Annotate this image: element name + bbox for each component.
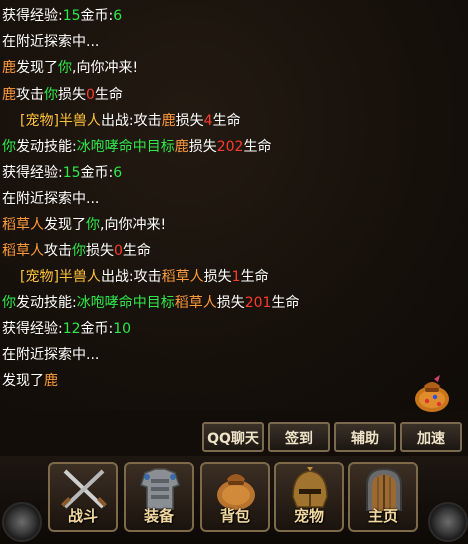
log-segment: [宠物]半兽人	[20, 269, 101, 285]
log-segment: 损失	[203, 269, 232, 285]
log-segment: 鹿	[174, 139, 189, 155]
equip-nav-label: 装备	[143, 507, 174, 525]
log-segment: 发现了	[16, 60, 58, 76]
log-line: 稻草人攻击你损失0生命	[2, 239, 151, 263]
log-segment: 损失	[216, 295, 245, 311]
log-segment: 鹿	[2, 60, 16, 76]
log-segment: ,向你冲来!	[72, 60, 139, 76]
log-segment: 在附近探索中...	[2, 191, 100, 207]
log-segment: 获得经验:	[2, 321, 63, 337]
bag-nav-button[interactable]: 背包	[200, 462, 270, 532]
log-segment: 损失	[58, 87, 86, 103]
log-line: 稻草人发现了你,向你冲来!	[2, 213, 166, 237]
log-line: 在附近探索中...	[2, 30, 99, 54]
log-segment: 鹿	[44, 373, 58, 389]
log-segment: 发现了	[44, 217, 86, 233]
log-line: 你发动技能:冰咆哮命中目标鹿损失202生命	[2, 135, 271, 159]
log-segment: 攻击	[16, 87, 44, 103]
log-segment: 生命	[240, 269, 269, 285]
right-ornament-icon	[428, 502, 468, 542]
log-segment: 你	[86, 217, 100, 233]
log-segment: 6	[113, 8, 123, 24]
log-segment: 出战:攻击	[100, 269, 162, 285]
log-segment: 损失	[86, 243, 114, 259]
log-segment: 冰咆哮命中目标	[76, 139, 175, 155]
log-line: 发现了鹿	[2, 369, 58, 393]
log-line: 获得经验:15金币:6	[2, 161, 122, 185]
log-segment: 生命	[243, 139, 272, 155]
log-segment: 202	[216, 139, 244, 155]
log-line: 获得经验:15金币:6	[2, 4, 122, 28]
log-segment: 你	[72, 243, 86, 259]
qq-chat-button[interactable]: QQ聊天	[202, 422, 264, 452]
battle-log: 获得经验:15金币:6 在附近探索中... 鹿发现了你,向你冲来! 鹿攻击你损失0生命…	[0, 0, 468, 410]
log-segment: 你	[2, 139, 16, 155]
log-segment: 0	[114, 243, 123, 259]
log-line: [宠物]半兽人出战:攻击鹿损失4生命	[20, 109, 241, 133]
log-segment: 发动技能:	[16, 139, 77, 155]
log-line: 在附近探索中...	[2, 187, 99, 211]
pet-nav-button[interactable]: 宠物	[274, 462, 344, 532]
log-segment: 生命	[212, 113, 241, 129]
log-segment: 生命	[94, 87, 123, 103]
log-line: 你发动技能:冰咆哮命中目标稻草人损失201生命	[2, 291, 299, 315]
treasure-bag-icon[interactable]	[410, 370, 454, 414]
log-segment: 你	[58, 60, 72, 76]
log-segment: 获得经验:	[2, 8, 63, 24]
log-segment: 攻击	[44, 243, 72, 259]
log-segment: [宠物]半兽人	[20, 113, 101, 129]
home-nav-label: 主页	[367, 507, 398, 525]
log-segment: 201	[244, 295, 272, 311]
battle-nav-label: 战斗	[67, 507, 98, 525]
log-segment: 你	[2, 295, 16, 311]
log-segment: 稻草人	[2, 217, 44, 233]
log-line: [宠物]半兽人出战:攻击稻草人损失1生命	[20, 265, 269, 289]
log-segment: 金币:	[80, 8, 114, 24]
battle-nav-button[interactable]: 战斗	[48, 462, 118, 532]
log-segment: 生命	[271, 295, 300, 311]
log-segment: 稻草人	[161, 269, 204, 285]
log-segment: 鹿	[2, 87, 16, 103]
log-segment: 1	[231, 269, 241, 285]
pet-nav-label: 宠物	[293, 507, 324, 525]
log-line: 获得经验:12金币:10	[2, 317, 131, 341]
log-segment: 获得经验:	[2, 165, 63, 181]
sign-in-button[interactable]: 签到	[268, 422, 330, 452]
log-segment: 4	[203, 113, 213, 129]
log-segment: 出战:攻击	[100, 113, 162, 129]
left-ornament-icon	[2, 502, 42, 542]
log-segment: 15	[62, 165, 81, 181]
log-segment: 发现了	[2, 373, 44, 389]
log-segment: 生命	[122, 243, 151, 259]
log-segment: 6	[113, 165, 123, 181]
log-segment: 0	[86, 87, 95, 103]
log-segment: 稻草人	[2, 243, 44, 259]
log-line: 鹿发现了你,向你冲来!	[2, 56, 138, 80]
log-segment: ,向你冲来!	[100, 217, 167, 233]
log-segment: 金币:	[80, 165, 114, 181]
log-segment: 损失	[175, 113, 204, 129]
log-segment: 鹿	[161, 113, 176, 129]
log-segment: 你	[44, 87, 58, 103]
speed-up-button[interactable]: 加速	[400, 422, 462, 452]
log-segment: 发动技能:	[16, 295, 77, 311]
bag-nav-label: 背包	[219, 507, 250, 525]
log-segment: 稻草人	[174, 295, 217, 311]
log-segment: 15	[62, 8, 81, 24]
log-segment: 损失	[188, 139, 217, 155]
equip-nav-button[interactable]: 装备	[124, 462, 194, 532]
log-segment: 在附近探索中...	[2, 347, 100, 363]
assist-button[interactable]: 辅助	[334, 422, 396, 452]
bottom-nav-bar: 战斗 装备 背包 宠物 主页	[0, 456, 468, 544]
log-segment: 在附近探索中...	[2, 34, 100, 50]
log-line: 在附近探索中...	[2, 343, 99, 367]
home-nav-button[interactable]: 主页	[348, 462, 418, 532]
log-segment: 金币:	[80, 321, 114, 337]
log-segment: 冰咆哮命中目标	[76, 295, 175, 311]
log-segment: 12	[62, 321, 81, 337]
action-buttons: QQ聊天 签到 辅助 加速	[200, 422, 468, 456]
log-line: 鹿攻击你损失0生命	[2, 83, 123, 107]
log-segment: 10	[113, 321, 132, 337]
